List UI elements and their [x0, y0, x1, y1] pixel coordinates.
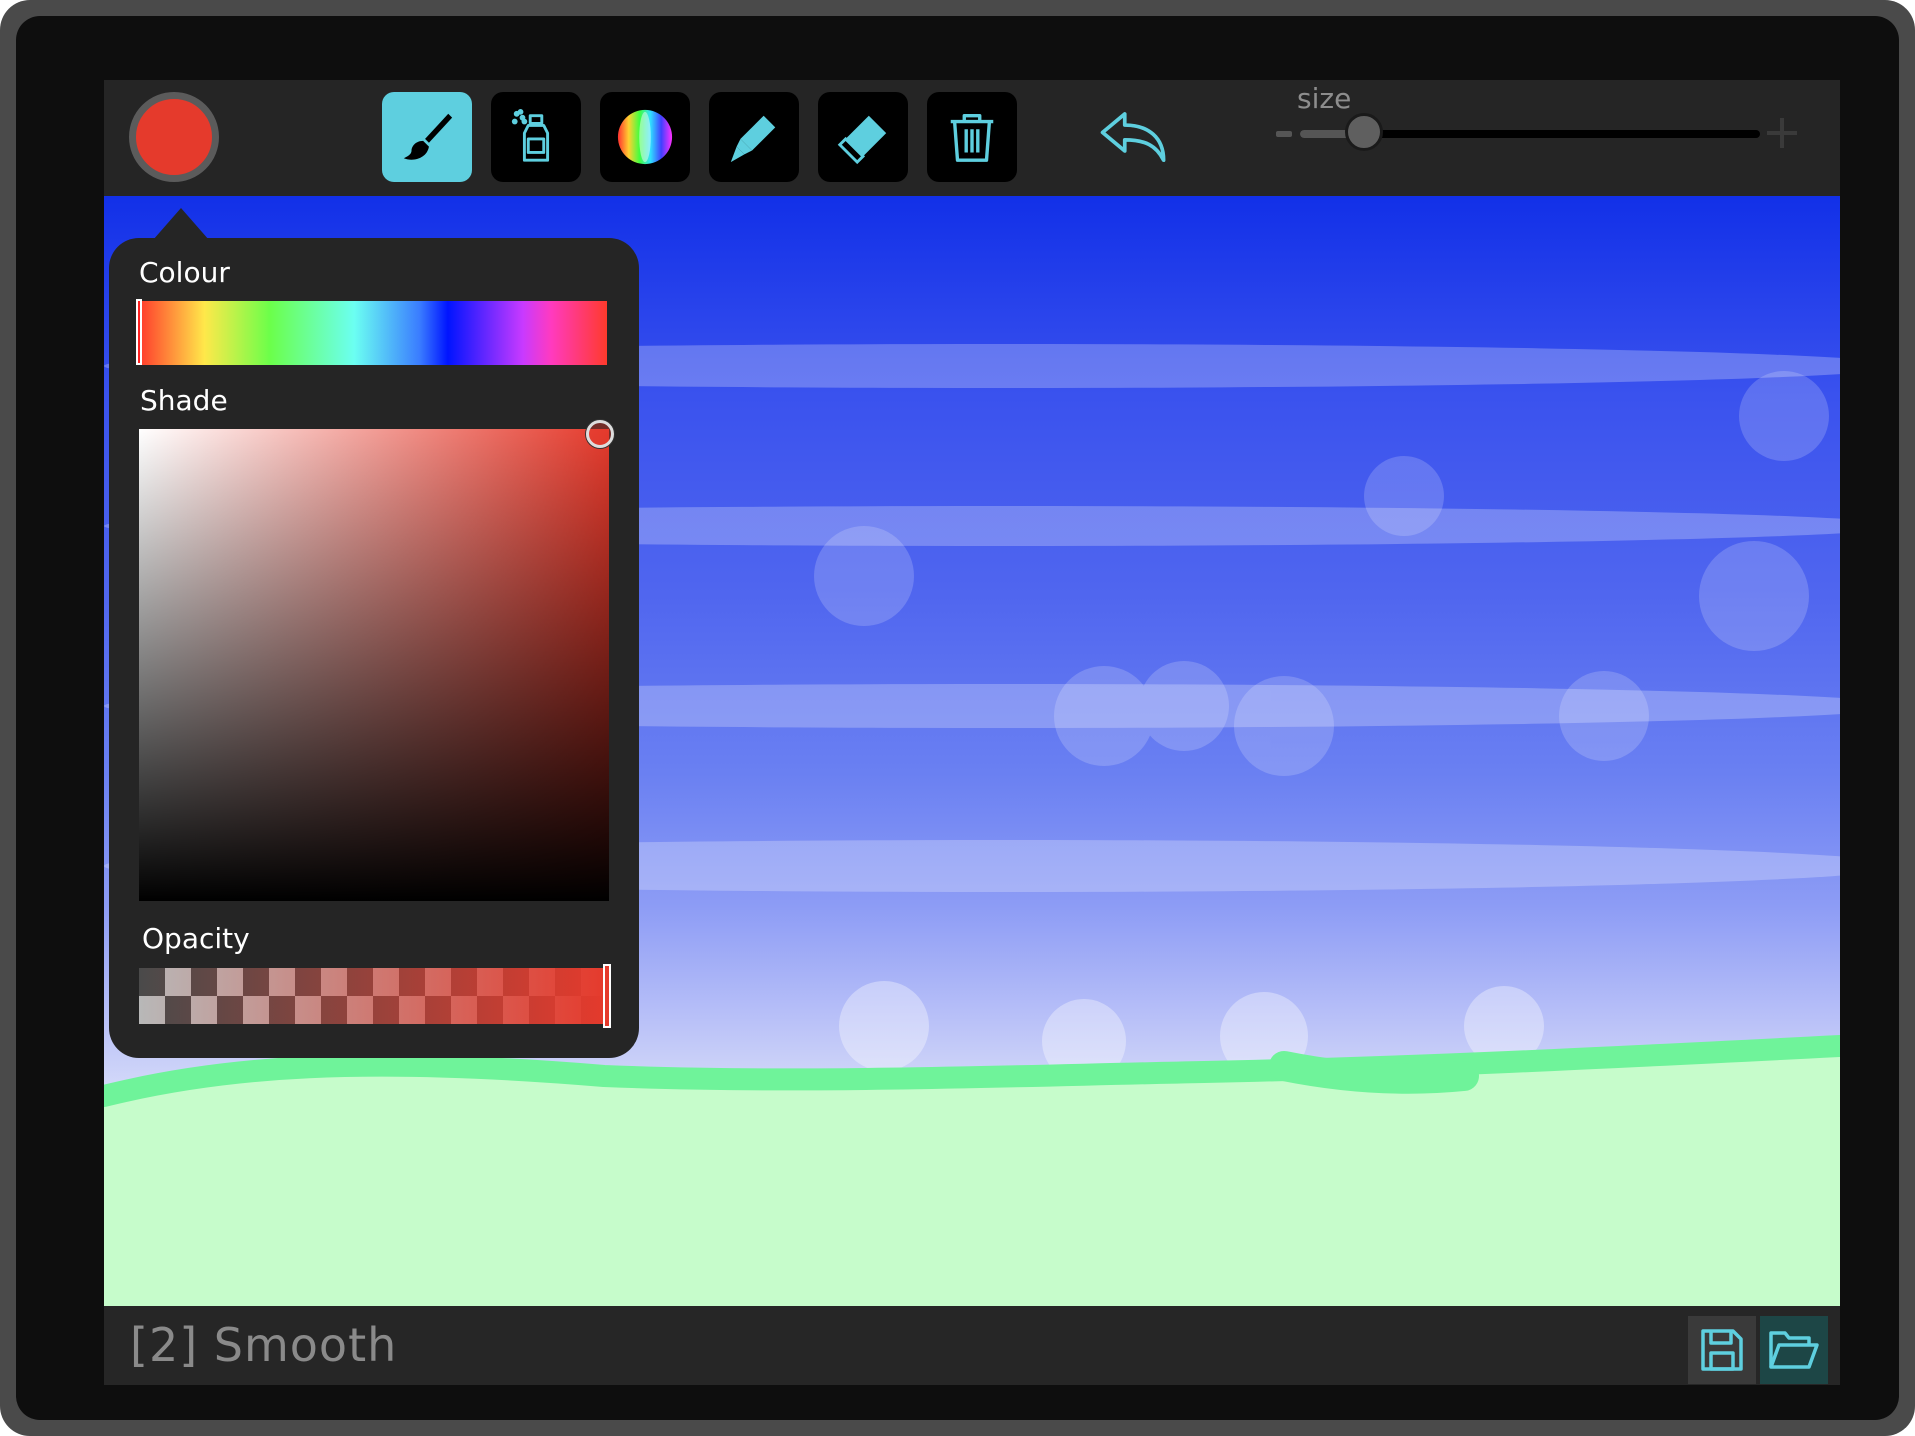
mode-status-text: [2] Smooth	[130, 1318, 398, 1372]
paintbrush-icon	[403, 113, 453, 160]
shade-picker-marker[interactable]	[585, 419, 614, 448]
size-plus-button[interactable]	[1764, 114, 1800, 150]
bottom-bar: [2] Smooth	[104, 1306, 1840, 1385]
size-slider[interactable]	[1300, 113, 1760, 151]
open-button[interactable]	[1760, 1316, 1828, 1384]
hue-slider[interactable]	[136, 299, 607, 365]
current-color-button[interactable]	[129, 92, 219, 182]
device-bezel: size Colour Shade Opacity [2] Smooth	[16, 16, 1899, 1420]
brush-tool-button[interactable]	[382, 92, 472, 182]
clear-canvas-button[interactable]	[927, 92, 1017, 182]
save-button[interactable]	[1688, 1316, 1756, 1384]
shade-label: Shade	[140, 384, 228, 417]
opacity-slider-marker[interactable]	[603, 964, 611, 1028]
popup-arrow	[153, 208, 209, 240]
eraser-icon	[837, 115, 887, 165]
spray-tool-button[interactable]	[491, 92, 581, 182]
color-picker-popup: Colour Shade Opacity	[109, 208, 639, 1058]
opacity-slider[interactable]	[139, 964, 611, 1028]
rainbow-tool-button[interactable]	[600, 92, 690, 182]
shade-picker[interactable]	[139, 419, 614, 901]
opacity-label: Opacity	[142, 922, 250, 955]
size-minus-button[interactable]	[1276, 131, 1292, 137]
colour-label: Colour	[139, 256, 230, 289]
app-screen: size Colour Shade Opacity [2] Smooth	[104, 80, 1840, 1385]
rainbow-color-icon	[617, 109, 673, 165]
size-slider-thumb[interactable]	[1345, 113, 1384, 151]
eraser-tool-button[interactable]	[818, 92, 908, 182]
device-frame: size Colour Shade Opacity [2] Smooth	[0, 0, 1915, 1436]
folder-open-icon	[1769, 1331, 1819, 1369]
save-icon	[1701, 1329, 1743, 1371]
toolbar: size	[104, 80, 1840, 196]
size-label: size	[1297, 82, 1352, 115]
undo-arrow-icon	[1100, 112, 1166, 163]
undo-button[interactable]	[1094, 98, 1174, 178]
marker-tool-button[interactable]	[709, 92, 799, 182]
hue-slider-marker[interactable]	[136, 299, 142, 365]
trash-icon	[950, 114, 994, 162]
marker-pen-icon	[730, 115, 776, 163]
spray-can-icon	[511, 108, 550, 162]
